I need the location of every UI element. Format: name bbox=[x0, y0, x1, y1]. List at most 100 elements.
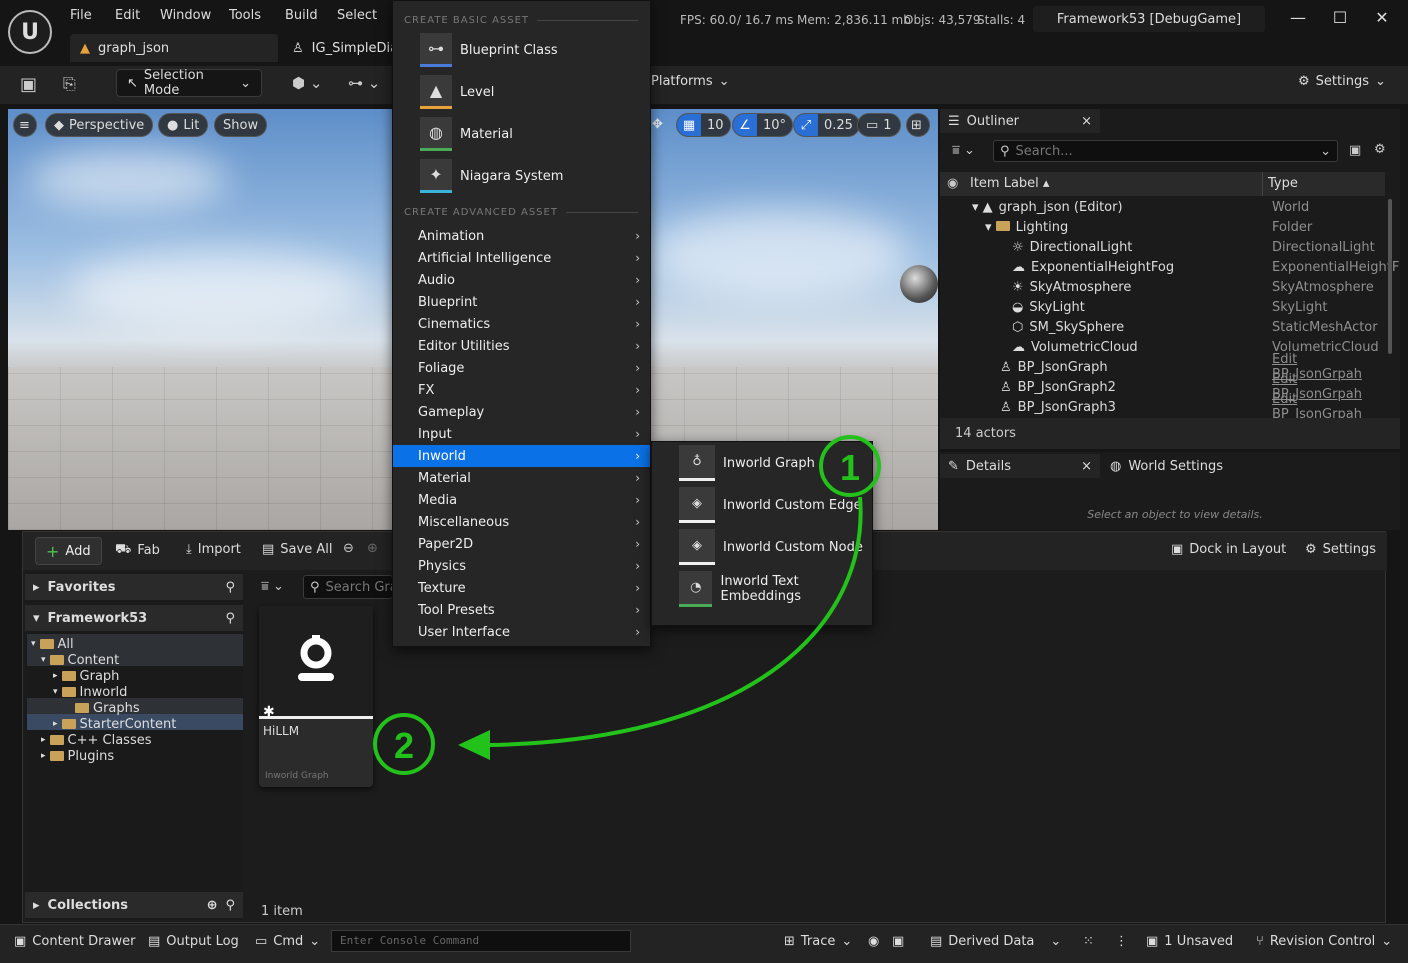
menu-item-tool-presets[interactable]: Tool Presets › bbox=[393, 599, 650, 621]
camera-speed-button[interactable]: ▭ 1 bbox=[857, 113, 901, 137]
minimize-button[interactable]: — bbox=[1283, 8, 1313, 34]
menu-item-blueprint-class[interactable]: ⊶ Blueprint Class bbox=[393, 29, 650, 71]
outliner-row[interactable]: ▾ ▲ graph_json (Editor) World bbox=[940, 197, 1385, 217]
tree-item-startercontent[interactable]: ▸ StarterContent bbox=[53, 716, 176, 732]
console-command-input[interactable]: Enter Console Command bbox=[331, 930, 631, 952]
search-icon[interactable]: ⚲ bbox=[225, 580, 235, 595]
tree-item-all[interactable]: ▾ All bbox=[31, 636, 74, 652]
layout-button[interactable]: ⊞ bbox=[906, 113, 930, 137]
menu-edit[interactable]: Edit bbox=[115, 8, 140, 23]
menu-select[interactable]: Select bbox=[337, 8, 377, 23]
browse-icon[interactable]: ⎘ bbox=[63, 74, 76, 94]
tab-outliner[interactable]: ☰ Outliner × bbox=[940, 109, 1100, 133]
cmd-button[interactable]: ▭ Cmd ⌄ bbox=[255, 925, 320, 957]
project-header[interactable]: ▾ Framework53 ⚲ bbox=[25, 605, 243, 631]
filter-icon[interactable]: ⩸ ⌄ bbox=[261, 579, 284, 594]
rotation-snap-button[interactable]: ∠ 10° bbox=[732, 113, 794, 137]
menu-item-inworld-graph[interactable]: ♁ Inworld Graph bbox=[652, 442, 872, 484]
tree-item-graph[interactable]: ▸ Graph bbox=[53, 668, 119, 684]
menu-item-inworld-custom-edge[interactable]: ◈ Inworld Custom Edge bbox=[652, 484, 872, 526]
menu-window[interactable]: Window bbox=[160, 8, 211, 23]
outliner-row[interactable]: ☀ SkyAtmosphere SkyAtmosphere bbox=[940, 277, 1385, 297]
menu-item-input[interactable]: Input › bbox=[393, 423, 650, 445]
fab-button[interactable]: ⛟ Fab bbox=[115, 542, 160, 559]
outliner-search-input[interactable]: ⚲ Search... ⌄ bbox=[993, 140, 1338, 162]
close-icon[interactable]: × bbox=[1081, 114, 1092, 129]
lit-button[interactable]: ● Lit bbox=[158, 113, 209, 137]
menu-item-material[interactable]: ◍ Material bbox=[393, 113, 650, 155]
cb-settings-button[interactable]: ⚙ Settings bbox=[1305, 542, 1376, 557]
outliner-row[interactable]: ☁ ExponentialHeightFog ExponentialHeightF bbox=[940, 257, 1399, 277]
content-drawer-button[interactable]: ▣ Content Drawer bbox=[14, 925, 135, 957]
screenshot-icon[interactable]: ▣ bbox=[892, 925, 904, 957]
tab-ig-simpledia[interactable]: ♙ IG_SimpleDia bbox=[282, 34, 398, 62]
maximize-button[interactable]: ☐ bbox=[1325, 8, 1355, 34]
more-icon[interactable]: ⋮ bbox=[1115, 925, 1128, 957]
menu-item-cinematics[interactable]: Cinematics › bbox=[393, 313, 650, 335]
unsaved-button[interactable]: ▣ 1 Unsaved bbox=[1146, 925, 1233, 957]
eye-icon[interactable]: ◉ bbox=[947, 176, 958, 191]
menu-item-blueprint[interactable]: Blueprint › bbox=[393, 291, 650, 313]
search-icon[interactable]: ⚲ bbox=[225, 898, 235, 913]
add-actor-icon[interactable]: ⬢ ⌄ bbox=[292, 74, 322, 92]
viewport-menu-button[interactable]: ≡ bbox=[13, 113, 37, 137]
menu-item-editor-utilities[interactable]: Editor Utilities › bbox=[393, 335, 650, 357]
transform-icon[interactable]: ✥ bbox=[652, 117, 663, 132]
tree-item-cpp-classes[interactable]: ▸ C++ Classes bbox=[41, 732, 152, 748]
unreal-logo-icon[interactable]: U bbox=[8, 10, 52, 54]
outliner-row[interactable]: ▾ Lighting Folder bbox=[940, 217, 1385, 237]
menu-item-media[interactable]: Media › bbox=[393, 489, 650, 511]
asset-search-input[interactable]: ⚲ Search Gra bbox=[303, 575, 393, 599]
menu-item-gameplay[interactable]: Gameplay › bbox=[393, 401, 650, 423]
scale-snap-button[interactable]: ⤢ 0.25 bbox=[793, 113, 860, 137]
filter-icon[interactable]: ⩸ ⌄ bbox=[952, 143, 975, 158]
col-type[interactable]: Type bbox=[1268, 176, 1298, 191]
show-button[interactable]: Show bbox=[214, 113, 268, 137]
close-icon[interactable]: × bbox=[1081, 459, 1092, 474]
menu-item-physics[interactable]: Physics › bbox=[393, 555, 650, 577]
dock-in-layout-button[interactable]: ▣ Dock in Layout bbox=[1171, 542, 1286, 557]
favorites-header[interactable]: ▸ Favorites ⚲ bbox=[25, 574, 243, 600]
menu-item-inworld-custom-node[interactable]: ◈ Inworld Custom Node bbox=[652, 526, 872, 568]
trace-button[interactable]: ⊞ Trace ⌄ bbox=[784, 925, 852, 957]
selection-mode-button[interactable]: ↖ Selection Mode ⌄ bbox=[116, 68, 262, 98]
tab-world-settings[interactable]: ◍ World Settings bbox=[1102, 454, 1282, 478]
collections-header[interactable]: ▸ Collections ⊕ ⚲ bbox=[25, 892, 243, 918]
tree-item-inworld[interactable]: ▾ Inworld bbox=[53, 684, 127, 700]
menu-item-paper2d[interactable]: Paper2D › bbox=[393, 533, 650, 555]
menu-item-animation[interactable]: Animation › bbox=[393, 225, 650, 247]
add-button[interactable]: + Add bbox=[35, 537, 102, 565]
settings-button[interactable]: ⚙ Settings ⌄ bbox=[1298, 74, 1386, 89]
outliner-row[interactable]: ☼ DirectionalLight DirectionalLight bbox=[940, 237, 1385, 257]
import-button[interactable]: ⤓ Import bbox=[186, 542, 241, 557]
menu-item-audio[interactable]: Audio › bbox=[393, 269, 650, 291]
menu-item-level[interactable]: ▲ Level bbox=[393, 71, 650, 113]
menu-build[interactable]: Build bbox=[285, 8, 318, 23]
asset-tile-hillm[interactable]: ✱ HiLLM Inworld Graph bbox=[259, 606, 373, 787]
outliner-row[interactable]: ⬡ SM_SkySphere StaticMeshActor bbox=[940, 317, 1385, 337]
menu-item-material-cat[interactable]: Material › bbox=[393, 467, 650, 489]
col-item-label[interactable]: Item Label ▴ bbox=[970, 176, 1049, 191]
add-folder-icon[interactable]: ▣ bbox=[1349, 143, 1361, 158]
back-icon[interactable]: ⊖ bbox=[343, 541, 354, 556]
platforms-button[interactable]: Platforms ⌄ bbox=[651, 74, 730, 89]
save-icon[interactable]: ▣ bbox=[20, 74, 37, 95]
menu-item-foliage[interactable]: Foliage › bbox=[393, 357, 650, 379]
outliner-row[interactable]: ◒ SkyLight SkyLight bbox=[940, 297, 1385, 317]
add-collection-icon[interactable]: ⊕ bbox=[207, 898, 218, 913]
grid-dots-icon[interactable]: ⁙ bbox=[1083, 925, 1094, 957]
menu-item-ai[interactable]: Artificial Intelligence › bbox=[393, 247, 650, 269]
grid-snap-button[interactable]: ▦ 10 bbox=[676, 113, 731, 137]
tree-item-plugins[interactable]: ▸ Plugins bbox=[41, 748, 114, 764]
menu-item-user-interface[interactable]: User Interface › bbox=[393, 621, 650, 643]
outliner-scrollbar[interactable] bbox=[1388, 199, 1392, 354]
menu-item-inworld-text-embeddings[interactable]: ◔ Inworld Text Embeddings bbox=[652, 568, 872, 610]
derived-data-button[interactable]: ▤ Derived Data ⌄ bbox=[930, 925, 1061, 957]
menu-item-inworld[interactable]: Inworld › bbox=[393, 445, 650, 467]
output-log-button[interactable]: ▤ Output Log bbox=[148, 925, 239, 957]
close-window-button[interactable]: ✕ bbox=[1367, 8, 1397, 34]
menu-tools[interactable]: Tools bbox=[229, 8, 261, 23]
blueprint-icon[interactable]: ⊶ ⌄ bbox=[348, 74, 380, 92]
search-icon[interactable]: ⚲ bbox=[225, 611, 235, 626]
tree-item-content[interactable]: ▾ Content bbox=[41, 652, 119, 668]
